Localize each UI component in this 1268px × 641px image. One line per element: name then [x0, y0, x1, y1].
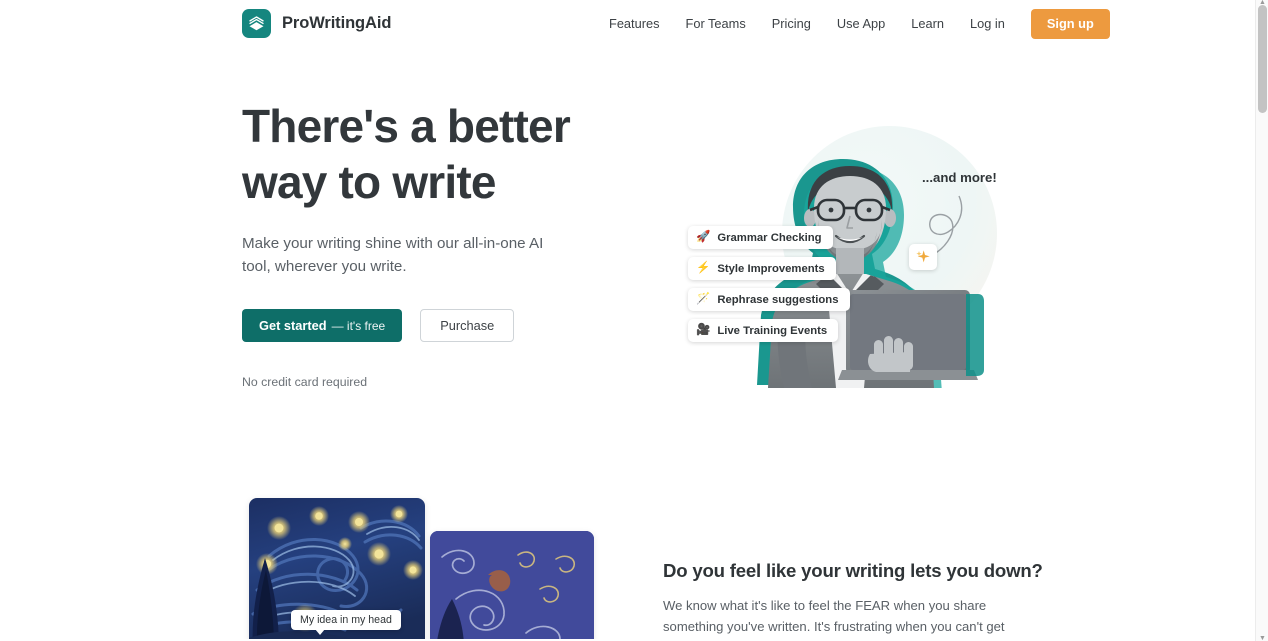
nav-item-pricing[interactable]: Pricing	[759, 12, 824, 37]
hero-section: There's a better way to write Make your …	[242, 98, 642, 389]
hero-title: There's a better way to write	[242, 100, 571, 208]
feature-chip-list: 🚀 Grammar Checking ⚡ Style Improvements …	[688, 226, 850, 342]
scrollbar-thumb[interactable]	[1258, 5, 1267, 113]
film-camera-icon: 🎥	[696, 323, 711, 336]
page-viewport: ProWritingAid Features For Teams Pricing…	[0, 0, 1255, 641]
brand-logo-link[interactable]: ProWritingAid	[242, 9, 391, 38]
feature-chip-label: Grammar Checking	[717, 231, 822, 244]
purchase-button[interactable]: Purchase	[420, 309, 515, 342]
feature-chip: 🪄 Rephrase suggestions	[688, 288, 850, 311]
brand-name: ProWritingAid	[282, 14, 392, 32]
nav-item-use-app[interactable]: Use App	[824, 12, 898, 37]
feature-chip: 🚀 Grammar Checking	[688, 226, 833, 249]
nav-item-learn[interactable]: Learn	[898, 12, 957, 37]
sketch-canvas	[430, 531, 594, 641]
book-pages-icon	[242, 9, 271, 38]
sparkles-icon	[909, 244, 937, 270]
feature-chip-label: Style Improvements	[717, 262, 825, 275]
vertical-scrollbar[interactable]: ▲ ▼	[1255, 0, 1268, 641]
main-navigation: Features For Teams Pricing Use App Learn…	[596, 0, 1110, 48]
feature-chip: 🎥 Live Training Events	[688, 319, 839, 342]
hero-cta-group: Get started — it's free Purchase	[242, 309, 642, 342]
no-credit-card-note: No credit card required	[242, 375, 368, 389]
nav-item-for-teams[interactable]: For Teams	[673, 12, 759, 37]
nav-item-features[interactable]: Features	[596, 12, 673, 37]
lightning-icon: ⚡	[696, 261, 711, 274]
sign-up-button[interactable]: Sign up	[1030, 9, 1110, 39]
magic-wand-icon: 🪄	[696, 292, 711, 305]
get-started-button[interactable]: Get started — it's free	[242, 309, 403, 342]
lower-heading: Do you feel like your writing lets you d…	[663, 560, 1043, 581]
nav-item-log-in[interactable]: Log in	[957, 12, 1018, 37]
idea-tooltip: My idea in my head	[291, 610, 401, 635]
browser-page: ProWritingAid Features For Teams Pricing…	[0, 0, 1268, 641]
get-started-sublabel: — it's free	[331, 318, 386, 333]
lower-text-section: Do you feel like your writing lets you d…	[663, 560, 1043, 641]
site-header: ProWritingAid Features For Teams Pricing…	[0, 0, 1255, 48]
get-started-label: Get started	[259, 318, 327, 333]
feature-chip: ⚡ Style Improvements	[688, 257, 836, 280]
lower-paragraph: We know what it's like to feel the FEAR …	[663, 598, 1005, 641]
hero-subtitle: Make your writing shine with our all-in-…	[242, 235, 544, 275]
feature-chip-label: Rephrase suggestions	[717, 293, 839, 306]
feature-chip-label: Live Training Events	[717, 324, 828, 337]
hero-illustration: ...and more! 🚀 Grammar Checking ⚡ Style …	[660, 108, 1020, 388]
scroll-down-arrow-icon[interactable]: ▼	[1256, 635, 1268, 641]
rocket-icon: 🚀	[696, 230, 711, 243]
starry-night-gallery: My idea in my head	[249, 498, 639, 641]
and-more-label: ...and more!	[922, 170, 997, 185]
